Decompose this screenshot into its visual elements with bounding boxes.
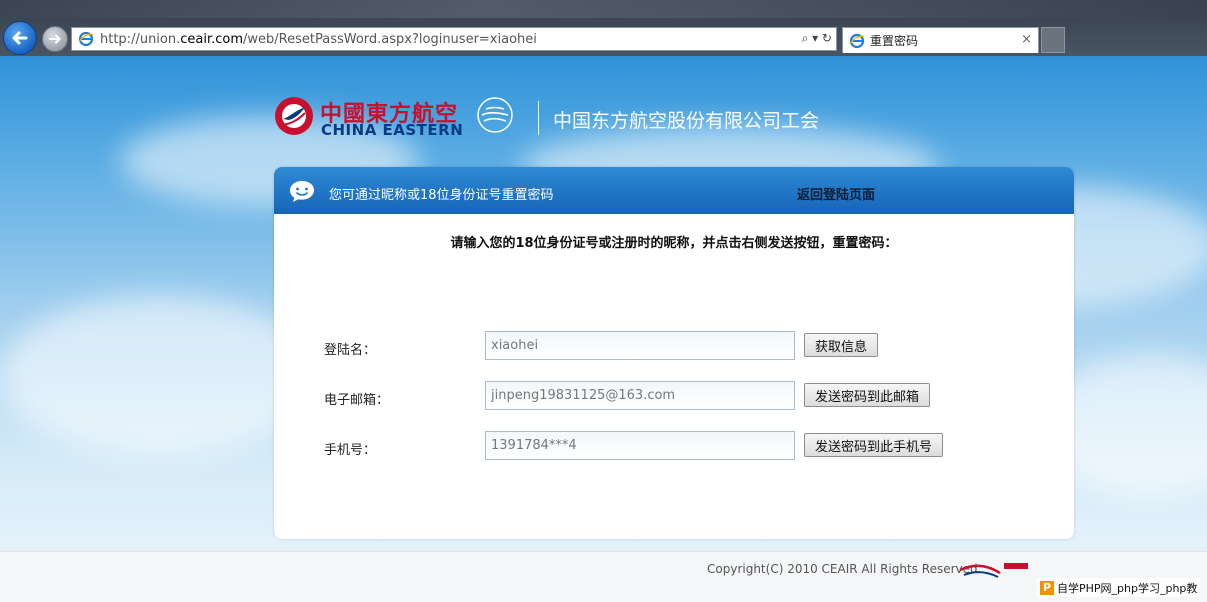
forward-arrow-icon xyxy=(49,34,61,44)
browser-chrome: http://union.ceair.com/web/ResetPassWord… xyxy=(0,0,1207,56)
back-to-login-link[interactable]: 返回登陆页面 xyxy=(797,184,875,203)
back-arrow-icon xyxy=(12,31,28,45)
skyteam-logo-icon xyxy=(477,97,513,133)
watermark-text: 自学PHP网_php学习_php教 xyxy=(1057,581,1198,595)
title-strip xyxy=(0,0,1207,18)
instruction-text: 请输入您的18位身份证号或注册时的昵称，并点击右侧发送按钮，重置密码： xyxy=(450,236,898,251)
phone-label: 手机号： xyxy=(324,443,377,458)
panel-header: 您可通过昵称或18位身份证号重置密码 返回登陆页面 xyxy=(274,167,1074,214)
url-text: http://union.ceair.com/web/ResetPassWord… xyxy=(100,32,537,47)
chat-bubble-icon xyxy=(290,181,314,202)
page-content: 中國東方航空 CHINA EASTERN 中国东方航空股份有限公司工会 您可通过… xyxy=(0,56,1207,602)
phone-input[interactable] xyxy=(485,431,795,460)
panel-title: 您可通过昵称或18位身份证号重置密码 xyxy=(329,188,554,203)
url-prefix: http://union. xyxy=(100,31,181,47)
email-input[interactable] xyxy=(485,381,795,410)
send-to-phone-button[interactable]: 发送密码到此手机号 xyxy=(804,433,944,457)
tab-title: 重置密码 xyxy=(870,34,919,48)
header-divider xyxy=(538,101,539,135)
reset-password-panel: 您可通过昵称或18位身份证号重置密码 返回登陆页面 请输入您的18位身份证号或注… xyxy=(274,167,1074,539)
tab-reset-password[interactable]: 重置密码 × xyxy=(842,27,1039,53)
php-watermark: P 自学PHP网_php学习_php教 xyxy=(1037,578,1201,597)
forward-button[interactable] xyxy=(42,26,68,52)
watermark-badge: P xyxy=(1040,580,1054,595)
union-title: 中国东方航空股份有限公司工会 xyxy=(553,110,820,132)
footer-swallow-logo-icon xyxy=(959,563,1028,578)
address-bar[interactable]: http://union.ceair.com/web/ResetPassWord… xyxy=(71,27,837,51)
address-tools[interactable]: ⌕ ▾ ↻ xyxy=(802,31,832,46)
copyright-text: Copyright(C) 2010 CEAIR All Rights Reser… xyxy=(707,562,982,576)
ie-icon xyxy=(78,31,94,47)
logo-english-text: CHINA EASTERN xyxy=(321,121,464,139)
send-to-email-button[interactable]: 发送密码到此邮箱 xyxy=(804,383,931,407)
url-domain: ceair.com xyxy=(180,31,244,47)
swallow-logo-icon xyxy=(275,97,313,135)
new-tab-button[interactable] xyxy=(1041,27,1065,53)
email-label: 电子邮箱： xyxy=(324,393,390,408)
back-button[interactable] xyxy=(3,21,37,55)
cloud xyxy=(0,296,320,456)
login-name-label: 登陆名： xyxy=(324,343,377,358)
close-tab-icon[interactable]: × xyxy=(1021,32,1032,47)
tab-ie-icon xyxy=(849,33,865,48)
login-name-input[interactable] xyxy=(485,331,795,360)
url-path: /web/ResetPassWord.aspx?loginuser=xiaohe… xyxy=(243,31,537,47)
get-info-button[interactable]: 获取信息 xyxy=(804,333,879,357)
footer: Copyright(C) 2010 CEAIR All Rights Reser… xyxy=(0,551,1207,602)
